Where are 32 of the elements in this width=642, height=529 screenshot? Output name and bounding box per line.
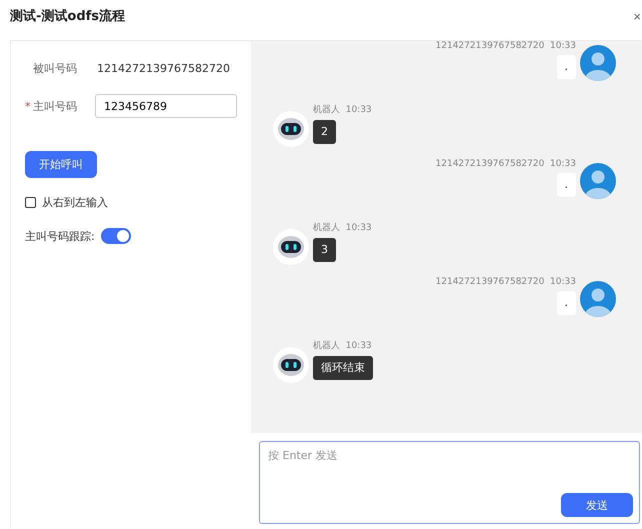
toggle-label: 主叫号码跟踪:	[25, 228, 95, 244]
window-title: 测试-测试odfs流程	[10, 8, 126, 25]
input-field[interactable]: 123456789	[95, 94, 237, 118]
robot-avatar-icon	[273, 229, 309, 265]
message-bubble: 2	[313, 120, 336, 144]
message-bubble: .	[556, 291, 576, 315]
robot-avatar-icon	[273, 347, 309, 383]
message-meta: 机器人 10:33	[313, 340, 372, 352]
field-value: 1214272139767582720	[97, 62, 230, 74]
robot-avatar-icon	[273, 111, 309, 147]
required-mark: *	[25, 100, 32, 112]
start-call-button[interactable]: 开始呼叫	[25, 151, 97, 178]
toggle-switch[interactable]	[100, 228, 131, 244]
avatar-icon	[580, 45, 616, 81]
message-bubble: .	[556, 173, 576, 197]
avatar-icon	[580, 163, 616, 199]
message-input[interactable]: 按 Enter 发送 发送	[259, 441, 640, 524]
message-meta: 1214272139767582720 10:33	[436, 159, 576, 169]
message-meta: 1214272139767582720 10:33	[436, 41, 576, 51]
field-label: 主叫号码	[33, 98, 78, 114]
message-bubble: 循环结束	[313, 356, 373, 380]
field-label: 被叫号码	[32, 60, 78, 76]
checkbox[interactable]	[25, 196, 36, 208]
message-bubble: .	[556, 55, 576, 79]
message-meta: 机器人 10:33	[313, 104, 372, 116]
avatar-icon	[580, 281, 616, 317]
close-button[interactable]: ×	[633, 8, 641, 24]
send-button[interactable]: 发送	[561, 493, 633, 517]
message-bubble: 3	[313, 238, 336, 262]
message-meta: 机器人 10:33	[313, 222, 372, 234]
checkbox-label: 从右到左输入	[42, 194, 108, 210]
message-meta: 1214272139767582720 10:33	[436, 277, 576, 287]
